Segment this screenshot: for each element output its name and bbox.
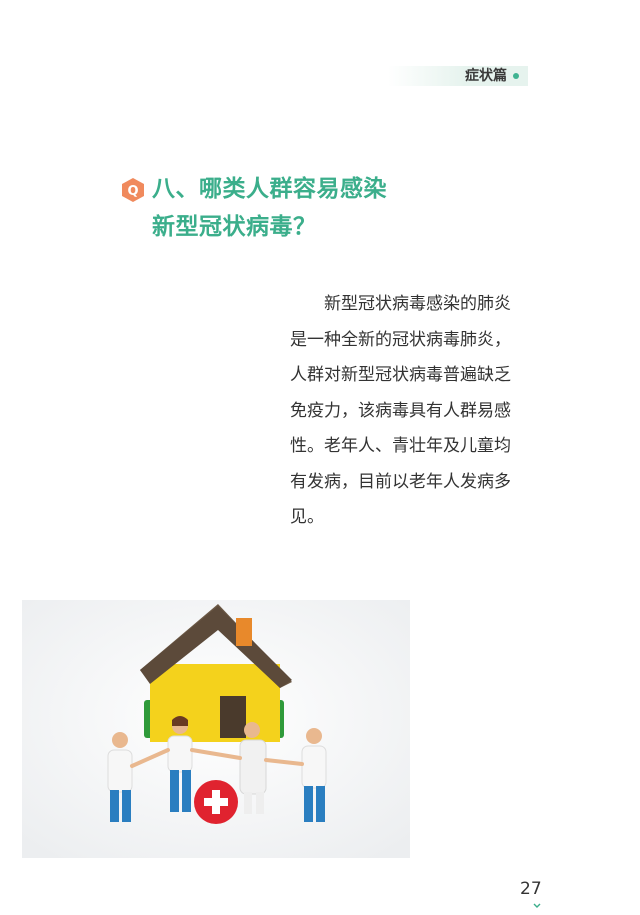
section-header-label: 症状篇 xyxy=(465,68,507,84)
question-badge-icon: Q xyxy=(122,178,144,202)
chevron-down-icon xyxy=(533,903,541,908)
question-title-line-2: 新型冠状病毒？ xyxy=(152,214,317,240)
medical-cross-icon xyxy=(194,780,238,824)
answer-line-6: 有发病，目前以老年人发病多 xyxy=(290,471,511,492)
family-house-photo xyxy=(22,600,410,858)
section-header-tab xyxy=(388,66,528,86)
answer-line-3: 人群对新型冠状病毒普遍缺乏 xyxy=(290,365,511,385)
question-title-line-1: 八、哪类人群容易感染 xyxy=(152,176,387,202)
section-dot-icon xyxy=(513,73,519,79)
answer-paragraph: 新型冠状病毒感染的肺炎 是一种全新的冠状病毒肺炎， 人群对新型冠状病毒普遍缺乏 … xyxy=(290,287,530,536)
answer-line-1: 新型冠状病毒感染的肺炎 xyxy=(290,294,511,314)
answer-line-7: 见。 xyxy=(290,507,324,527)
question-title: 八、哪类人群容易感染 新型冠状病毒？ xyxy=(152,170,387,246)
question-badge-letter: Q xyxy=(127,184,138,199)
answer-line-5: 性。老年人、青壮年及儿童均 xyxy=(290,436,511,456)
answer-line-2: 是一种全新的冠状病毒肺炎， xyxy=(290,329,511,350)
answer-line-4: 免疫力，该病毒具有人群易感 xyxy=(290,400,511,421)
page-number: 27 xyxy=(520,879,542,899)
